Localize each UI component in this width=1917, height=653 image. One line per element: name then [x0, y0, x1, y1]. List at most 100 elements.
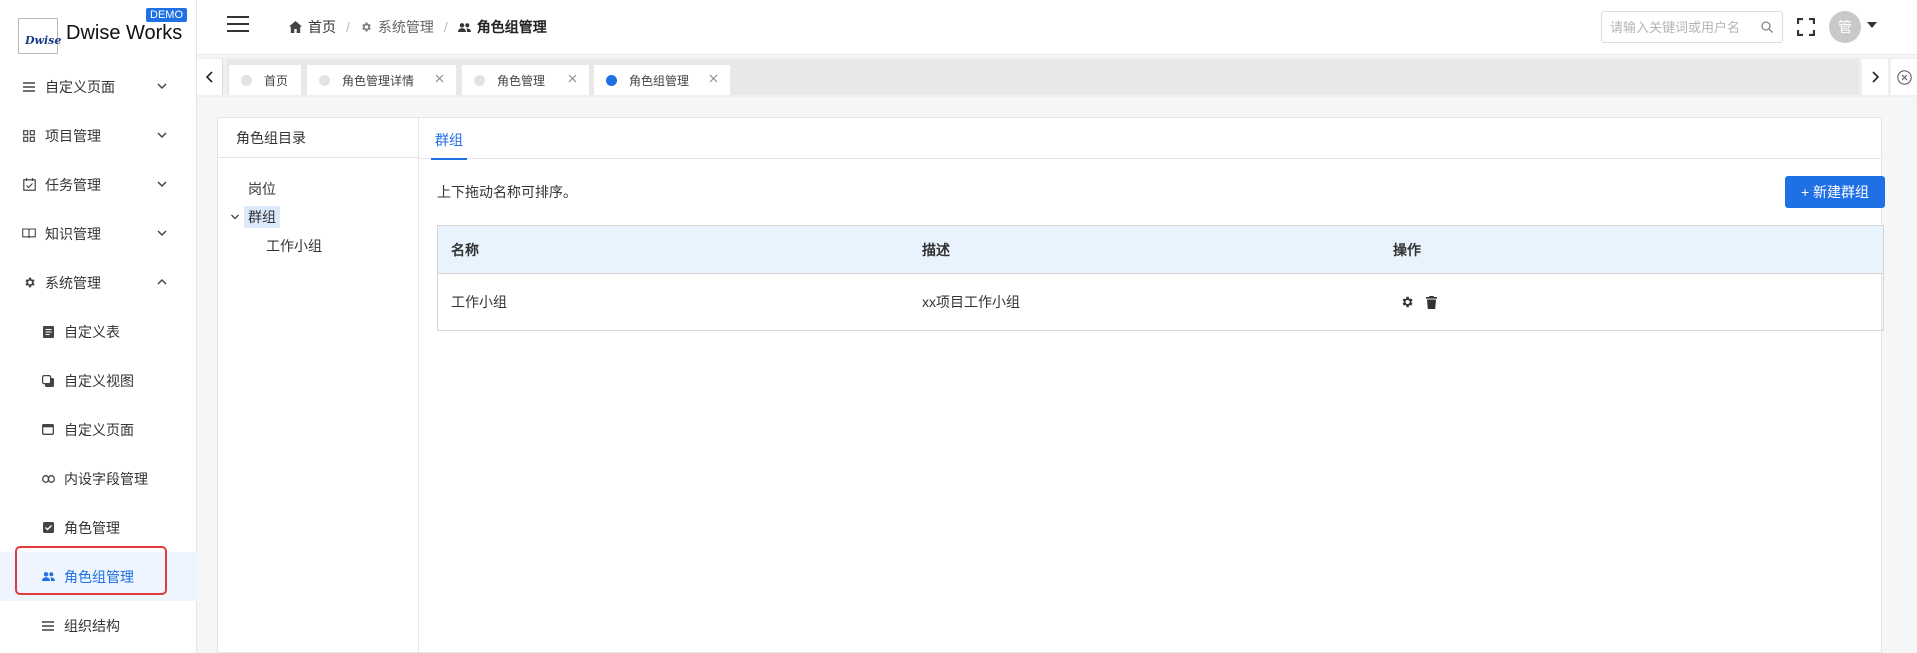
sidebar: Dwise Dwise Works DEMO 自定义页面 项目管理 任务管理 知…: [0, 0, 197, 653]
caret-down-icon[interactable]: [1867, 22, 1877, 28]
tree-title: 角色组目录: [218, 118, 418, 158]
tab-status-dot: [606, 74, 617, 86]
search-box: [1601, 11, 1783, 43]
logo[interactable]: Dwise Dwise Works DEMO: [18, 8, 193, 54]
close-icon[interactable]: [568, 74, 577, 83]
home-icon: [289, 21, 302, 33]
sidebar-item-org-structure[interactable]: 组织结构: [0, 601, 197, 650]
tab-label: 角色管理详情: [342, 73, 415, 88]
sidebar-item-label: 任务管理: [45, 176, 101, 193]
main-panel: 角色组目录 岗位 群组 工作小组 群组 上下拖动名称可排序。 + 新建群组 名称…: [217, 117, 1885, 653]
logo-mark: Dwise: [18, 18, 61, 54]
chevron-down-icon: [157, 132, 167, 139]
sidebar-item-label: 角色管理: [64, 519, 120, 536]
sidebar-item-custom-views[interactable]: 自定义视图: [0, 356, 197, 405]
tab-status-dot: [474, 74, 485, 86]
tab-scroll-left-button[interactable]: [197, 59, 223, 95]
calendar-check-icon: [22, 178, 36, 192]
sidebar-item-custom-pages-2[interactable]: 自定义页面: [0, 405, 197, 454]
tab-status-dot: [319, 74, 330, 86]
tab-role-detail[interactable]: 角色管理详情: [307, 65, 456, 95]
close-circle-icon: [1896, 69, 1912, 85]
tab-label: 首页: [264, 73, 289, 88]
sidebar-item-builtin-fields[interactable]: 内设字段管理: [0, 454, 197, 503]
chevron-right-icon: [1872, 71, 1880, 83]
top-header: 首页 / 系统管理 / 角色组管理 管: [197, 0, 1917, 55]
cell-name: 工作小组: [451, 294, 507, 310]
close-icon[interactable]: [435, 74, 444, 83]
gear-icon: [362, 22, 371, 32]
breadcrumb-current: 角色组管理: [457, 17, 547, 37]
sidebar-item-label: 项目管理: [45, 127, 101, 144]
breadcrumb-home[interactable]: 首页: [289, 17, 336, 37]
content-area: 群组 上下拖动名称可排序。 + 新建群组 名称 描述 操作 工作小组 xx项目工…: [419, 118, 1885, 653]
chevron-left-icon: [205, 71, 213, 83]
cell-actions: [1380, 294, 1883, 310]
sidebar-item-knowledge[interactable]: 知识管理: [0, 209, 197, 258]
tree-node-positions[interactable]: 岗位: [248, 179, 276, 199]
chevron-down-icon: [157, 83, 167, 90]
book-icon: [22, 227, 36, 241]
sidebar-item-projects[interactable]: 项目管理: [0, 111, 197, 160]
sidebar-item-system[interactable]: 系统管理: [0, 258, 197, 307]
sidebar-item-label: 自定义页面: [64, 421, 134, 438]
document-icon: [41, 325, 55, 339]
new-group-button[interactable]: + 新建群组: [1785, 176, 1885, 208]
tab-scroll-right-button[interactable]: [1862, 59, 1888, 95]
people-icon: [41, 570, 55, 584]
fullscreen-icon[interactable]: [1797, 18, 1815, 36]
tab-groups[interactable]: 群组: [431, 130, 467, 160]
column-header-description: 描述: [922, 241, 950, 258]
layers-icon: [41, 374, 55, 388]
people-icon: [457, 22, 471, 32]
trash-icon[interactable]: [1423, 294, 1439, 310]
list-icon: [41, 619, 55, 633]
menu-toggle-icon[interactable]: [227, 16, 249, 32]
close-icon[interactable]: [709, 74, 718, 83]
sidebar-item-roles[interactable]: 角色管理: [0, 503, 197, 552]
sidebar-item-custom-pages[interactable]: 自定义页面: [0, 62, 197, 111]
tree-node-groups[interactable]: 群组: [244, 206, 280, 228]
role-group-tree: 角色组目录 岗位 群组 工作小组: [218, 118, 419, 653]
breadcrumb-system[interactable]: 系统管理: [360, 17, 434, 37]
chevron-down-icon[interactable]: [230, 212, 240, 222]
gear-icon: [22, 276, 36, 290]
sidebar-item-tasks[interactable]: 任务管理: [0, 160, 197, 209]
sidebar-item-label: 角色组管理: [64, 568, 134, 585]
sidebar-nav: 自定义页面 项目管理 任务管理 知识管理 系统管理 自定义表 自定义视图 自定义…: [0, 62, 197, 650]
tab-label: 角色管理: [497, 73, 546, 88]
search-input[interactable]: [1610, 12, 1760, 42]
breadcrumb-separator: /: [346, 19, 350, 35]
chevron-up-icon: [157, 278, 167, 285]
sidebar-item-label: 知识管理: [45, 225, 101, 242]
sidebar-item-custom-tables[interactable]: 自定义表: [0, 307, 197, 356]
search-icon[interactable]: [1761, 21, 1773, 33]
groups-table: 名称 描述 操作 工作小组 xx项目工作小组: [437, 225, 1884, 331]
content-tabs: 群组: [419, 118, 1882, 160]
sidebar-item-role-groups[interactable]: 角色组管理: [0, 552, 197, 601]
tab-strip: 首页 角色管理详情 角色管理 角色组管理: [227, 59, 1859, 95]
chevron-down-icon: [157, 230, 167, 237]
tab-roles[interactable]: 角色管理: [462, 65, 589, 95]
app-name: Dwise Works: [66, 22, 183, 44]
table-header: 名称 描述 操作: [438, 226, 1883, 274]
demo-badge: DEMO: [146, 8, 187, 22]
tab-bar: 首页 角色管理详情 角色管理 角色组管理: [197, 57, 1917, 97]
sort-hint: 上下拖动名称可排序。: [437, 184, 577, 200]
tab-role-groups[interactable]: 角色组管理: [594, 65, 730, 95]
sidebar-item-label: 自定义表: [64, 323, 120, 340]
settings-gear-icon[interactable]: [1399, 294, 1415, 310]
breadcrumb: 首页 / 系统管理 / 角色组管理: [289, 17, 547, 37]
breadcrumb-separator: /: [443, 19, 448, 35]
list-icon: [22, 80, 36, 94]
link-icon: [41, 472, 55, 486]
avatar[interactable]: 管: [1829, 11, 1861, 43]
sidebar-item-label: 系统管理: [45, 274, 101, 291]
tab-home[interactable]: 首页: [229, 65, 301, 95]
window-icon: [41, 423, 55, 437]
table-row[interactable]: 工作小组 xx项目工作小组: [438, 274, 1883, 330]
close-all-tabs-button[interactable]: [1891, 59, 1917, 95]
tab-label: 角色组管理: [629, 73, 690, 88]
sidebar-item-label: 自定义页面: [45, 78, 115, 95]
tree-node-work-group[interactable]: 工作小组: [266, 236, 322, 256]
